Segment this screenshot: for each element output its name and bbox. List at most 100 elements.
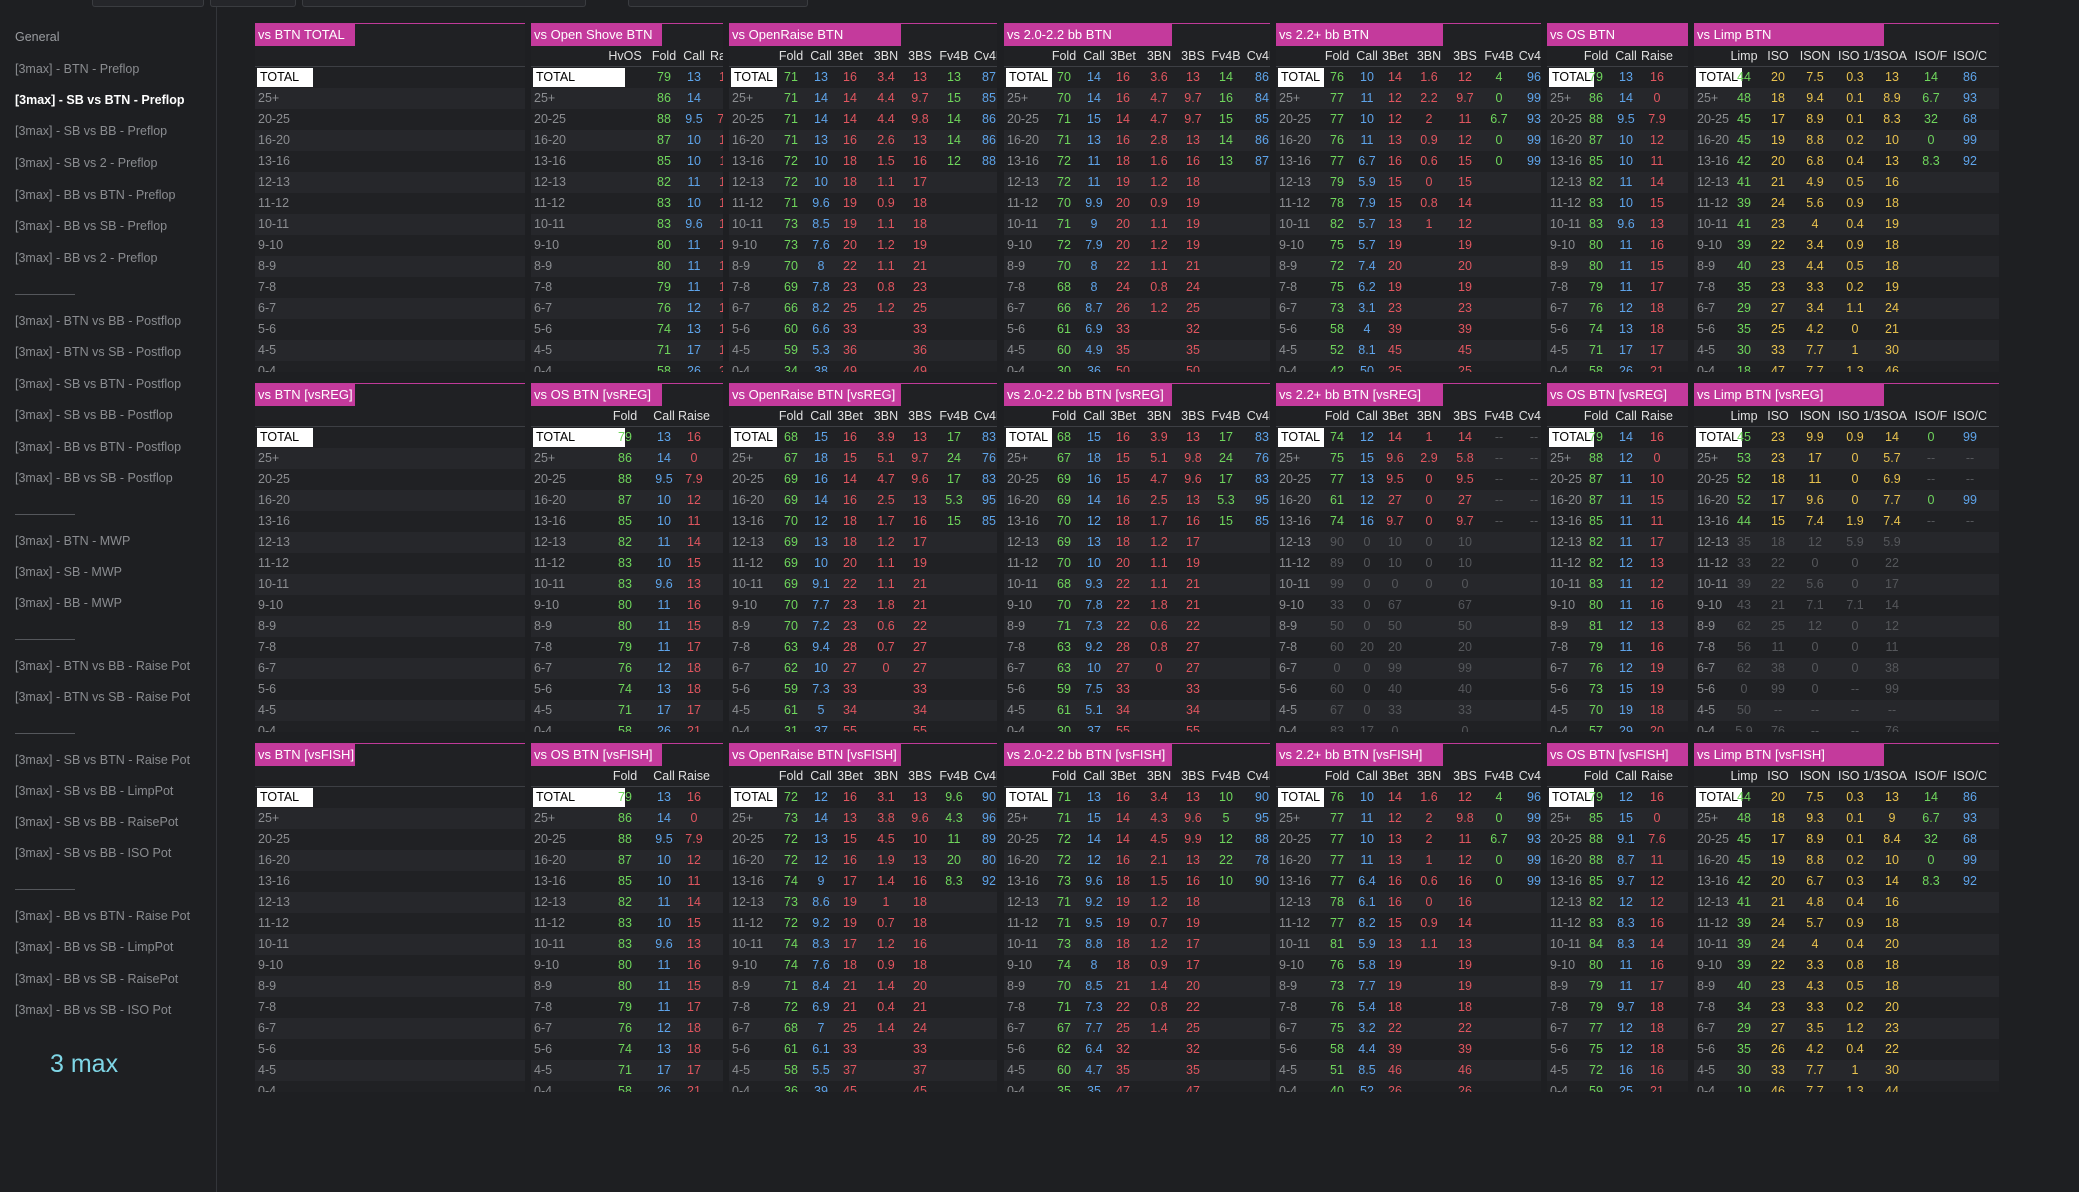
column-header[interactable]: Cv4B (1245, 409, 1270, 423)
column-header[interactable]: Raise (1640, 769, 1674, 783)
column-header[interactable]: ISON (1798, 409, 1832, 423)
column-header[interactable]: 3BS (903, 409, 937, 423)
top-tab-3[interactable] (302, 0, 586, 7)
sidebar-item[interactable]: [3max] - BTN vs BB - Postflop (15, 314, 181, 328)
column-header[interactable]: Raise (677, 769, 711, 783)
column-header[interactable]: 3Bet (1106, 769, 1140, 783)
column-header[interactable]: Fold (647, 49, 681, 63)
column-header[interactable]: Fv4B (937, 49, 971, 63)
column-header[interactable]: 3Bet (1106, 409, 1140, 423)
sidebar-item[interactable]: [3max] - SB vs BB - ISO Pot (15, 846, 171, 860)
sidebar-item[interactable]: [3max] - BB vs SB - LimpPot (15, 940, 173, 954)
column-header[interactable]: 3BN (1412, 769, 1446, 783)
sidebar-item[interactable]: [3max] - BB vs SB - RaisePot (15, 972, 178, 986)
column-header[interactable]: Fv4B (1482, 409, 1516, 423)
column-header[interactable]: 3BN (1142, 49, 1176, 63)
sidebar-item[interactable]: [3max] - BB vs 2 - Preflop (15, 251, 157, 265)
column-header[interactable]: Fv4B (1209, 769, 1243, 783)
top-tab-4[interactable] (628, 0, 808, 7)
column-header[interactable]: Raise (1640, 49, 1674, 63)
column-header[interactable]: Limp (1727, 49, 1761, 63)
column-header[interactable]: 3BS (1176, 769, 1210, 783)
column-header[interactable]: Cv4B (1245, 769, 1270, 783)
column-header[interactable]: Call (1609, 49, 1643, 63)
column-header[interactable]: Cv4B (1245, 49, 1270, 63)
top-tab-2[interactable] (210, 0, 296, 7)
column-header[interactable]: Fv4B (1482, 769, 1516, 783)
column-header[interactable]: Limp (1727, 769, 1761, 783)
column-header[interactable]: Fv4B (1209, 49, 1243, 63)
sidebar-item[interactable]: [3max] - BB vs SB - Postflop (15, 471, 173, 485)
column-header[interactable]: Raise (1640, 409, 1674, 423)
column-header[interactable]: ISOA (1875, 769, 1909, 783)
sidebar-item[interactable]: [3max] - SB vs BB - RaisePot (15, 815, 178, 829)
column-header[interactable]: Fold (774, 409, 808, 423)
column-header[interactable]: Limp (1727, 409, 1761, 423)
column-header[interactable]: ISO/C (1953, 49, 1987, 63)
sidebar-item[interactable]: [3max] - SB vs BB - Preflop (15, 124, 167, 138)
sidebar-item[interactable]: [3max] - SB vs BB - Postflop (15, 408, 173, 422)
sidebar-item[interactable]: [3max] - SB vs BB - LimpPot (15, 784, 173, 798)
column-header[interactable]: 3Bet (833, 409, 867, 423)
column-header[interactable]: Fold (1047, 49, 1081, 63)
column-header[interactable]: ISON (1798, 769, 1832, 783)
column-header[interactable]: 3Bet (833, 49, 867, 63)
column-header[interactable]: 3Bet (1378, 49, 1412, 63)
column-header[interactable]: ISO/C (1953, 769, 1987, 783)
column-header[interactable]: Cv4B (1517, 409, 1541, 423)
column-header[interactable]: HvOS (608, 49, 642, 63)
column-header[interactable]: 3BS (903, 769, 937, 783)
column-header[interactable]: Call (677, 49, 711, 63)
column-header[interactable]: Fold (1320, 409, 1354, 423)
column-header[interactable]: Cv4B (1517, 769, 1541, 783)
column-header[interactable]: Fold (1047, 769, 1081, 783)
sidebar-item[interactable]: [3max] - BB vs BTN - Raise Pot (15, 909, 190, 923)
sidebar-item[interactable]: [3max] - BTN - Preflop (15, 62, 139, 76)
sidebar-item[interactable]: [3max] - BB vs BTN - Preflop (15, 188, 175, 202)
column-header[interactable]: Fold (1579, 49, 1613, 63)
column-header[interactable]: Cv4B (972, 769, 997, 783)
column-header[interactable]: ISO 1/3 (1838, 769, 1880, 783)
column-header[interactable]: Fold (1320, 49, 1354, 63)
column-header[interactable]: 3Bet (1378, 409, 1412, 423)
column-header[interactable]: Fold (774, 769, 808, 783)
sidebar-item[interactable]: [3max] - SB vs 2 - Preflop (15, 156, 157, 170)
column-header[interactable]: Fv4B (1482, 49, 1516, 63)
column-header[interactable]: Fold (1047, 409, 1081, 423)
column-header[interactable]: 3BS (1176, 409, 1210, 423)
column-header[interactable]: ISO 1/3 (1838, 409, 1880, 423)
sidebar-item[interactable]: [3max] - BB vs BTN - Postflop (15, 440, 181, 454)
column-header[interactable]: 3BS (1448, 49, 1482, 63)
column-header[interactable]: Call (1609, 409, 1643, 423)
column-header[interactable]: 3BS (1176, 49, 1210, 63)
column-header[interactable]: ISO/C (1953, 409, 1987, 423)
column-header[interactable]: Cv4B (1517, 49, 1541, 63)
column-header[interactable]: ISON (1798, 49, 1832, 63)
column-header[interactable]: Cv4B (972, 49, 997, 63)
column-header[interactable]: ISOA (1875, 49, 1909, 63)
column-header[interactable]: Fold (608, 769, 642, 783)
sidebar-item[interactable]: [3max] - BTN vs SB - Raise Pot (15, 690, 190, 704)
sidebar-item[interactable]: [3max] - SB vs BTN - Postflop (15, 377, 181, 391)
column-header[interactable]: ISO/F (1914, 409, 1948, 423)
column-header[interactable]: 3BS (903, 49, 937, 63)
column-header[interactable]: ISO (1761, 49, 1795, 63)
column-header[interactable]: Fv4B (937, 409, 971, 423)
column-header[interactable]: ISO (1761, 409, 1795, 423)
column-header[interactable]: 3BN (1142, 409, 1176, 423)
column-header[interactable]: Call (1609, 769, 1643, 783)
sidebar-item[interactable]: [3max] - BTN vs SB - Postflop (15, 345, 181, 359)
column-header[interactable]: ISOA (1875, 409, 1909, 423)
column-header[interactable]: ISO 1/3 (1838, 49, 1880, 63)
column-header[interactable]: Call (647, 769, 681, 783)
column-header[interactable]: ISO/F (1914, 49, 1948, 63)
column-header[interactable]: Cv4B (972, 409, 997, 423)
column-header[interactable]: Fold (1320, 769, 1354, 783)
column-header[interactable]: Fold (1579, 769, 1613, 783)
column-header[interactable]: Call (647, 409, 681, 423)
column-header[interactable]: 3BN (869, 409, 903, 423)
sidebar-item[interactable]: [3max] - BTN - MWP (15, 534, 130, 548)
column-header[interactable]: ISO (1761, 769, 1795, 783)
column-header[interactable]: 3BN (1412, 49, 1446, 63)
top-tab-1[interactable] (92, 0, 204, 7)
